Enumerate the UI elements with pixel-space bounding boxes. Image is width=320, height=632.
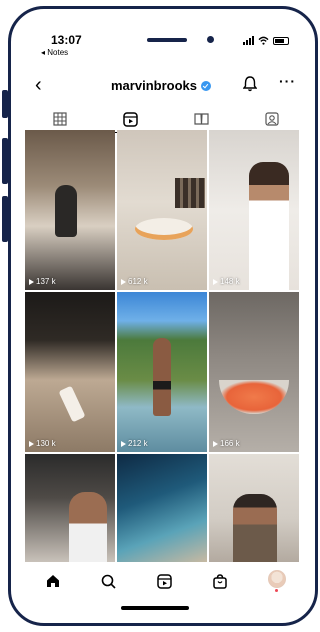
view-count: 148 k bbox=[213, 277, 240, 286]
more-options-icon[interactable]: ··· bbox=[279, 73, 296, 89]
bell-icon[interactable] bbox=[243, 76, 257, 92]
avatar-image bbox=[268, 570, 287, 588]
person-figure bbox=[249, 162, 289, 290]
status-icons bbox=[243, 36, 289, 45]
tagged-icon bbox=[265, 112, 279, 126]
guide-icon bbox=[194, 113, 209, 125]
view-count: 137 k bbox=[29, 277, 56, 286]
reels-icon[interactable] bbox=[157, 573, 172, 589]
username-block[interactable]: marvinbrooks bbox=[111, 78, 211, 93]
status-bar: 13:07 ◂ Notes bbox=[11, 9, 315, 61]
reels-icon bbox=[123, 111, 138, 127]
verified-badge-icon bbox=[200, 80, 211, 91]
username: marvinbrooks bbox=[111, 78, 197, 93]
shop-icon[interactable] bbox=[213, 573, 227, 589]
food-plate bbox=[135, 218, 193, 240]
search-icon[interactable] bbox=[101, 574, 116, 589]
back-to-app-link[interactable]: ◂ Notes bbox=[41, 48, 68, 57]
tab-reels[interactable] bbox=[96, 105, 167, 133]
home-indicator[interactable] bbox=[121, 606, 189, 610]
front-camera bbox=[207, 36, 214, 43]
reel-post-6[interactable]: 166 k bbox=[209, 292, 299, 452]
profile-avatar[interactable] bbox=[268, 570, 287, 592]
person-figure bbox=[55, 185, 77, 237]
play-icon bbox=[213, 278, 218, 285]
person-figure bbox=[233, 494, 277, 562]
person-figure bbox=[153, 338, 171, 416]
reel-post-8[interactable] bbox=[117, 454, 207, 562]
reel-post-9[interactable] bbox=[209, 454, 299, 562]
glass-in-hand bbox=[58, 385, 86, 423]
status-time: 13:07 bbox=[51, 33, 82, 47]
salad-bowl bbox=[219, 380, 289, 414]
tab-grid[interactable] bbox=[25, 105, 96, 133]
reel-post-1[interactable]: 137 k bbox=[25, 130, 115, 290]
reel-post-7[interactable] bbox=[25, 454, 115, 562]
reel-post-3[interactable]: 148 k bbox=[209, 130, 299, 290]
speaker-grille bbox=[147, 38, 187, 42]
bottom-nav bbox=[25, 566, 307, 596]
battery-icon bbox=[273, 36, 289, 45]
play-icon bbox=[121, 440, 126, 447]
tab-guides[interactable] bbox=[166, 105, 237, 133]
play-icon bbox=[121, 278, 126, 285]
wine-rack bbox=[175, 178, 205, 208]
signal-icon bbox=[243, 36, 254, 45]
chevron-left-icon[interactable]: ‹ bbox=[35, 75, 42, 95]
person-figure bbox=[69, 492, 107, 562]
reel-post-2[interactable]: 612 k bbox=[117, 130, 207, 290]
phone-frame: 13:07 ◂ Notes ‹ marvinbrooks ··· 137 k 6… bbox=[8, 6, 318, 626]
grid-icon bbox=[53, 112, 67, 126]
view-count: 212 k bbox=[121, 439, 148, 448]
notification-dot bbox=[275, 589, 279, 592]
profile-tabs bbox=[25, 105, 307, 133]
play-icon bbox=[29, 440, 34, 447]
reels-grid: 137 k 612 k 148 k 130 k 212 k 166 k bbox=[25, 130, 307, 562]
reel-post-4[interactable]: 130 k bbox=[25, 292, 115, 452]
wifi-icon bbox=[258, 36, 269, 45]
home-icon[interactable] bbox=[46, 574, 60, 588]
view-count: 130 k bbox=[29, 439, 56, 448]
play-icon bbox=[29, 278, 34, 285]
tab-tagged[interactable] bbox=[237, 105, 308, 133]
view-count: 166 k bbox=[213, 439, 240, 448]
play-icon bbox=[213, 440, 218, 447]
reel-post-5[interactable]: 212 k bbox=[117, 292, 207, 452]
profile-header: ‹ marvinbrooks ··· bbox=[11, 71, 315, 101]
view-count: 612 k bbox=[121, 277, 148, 286]
